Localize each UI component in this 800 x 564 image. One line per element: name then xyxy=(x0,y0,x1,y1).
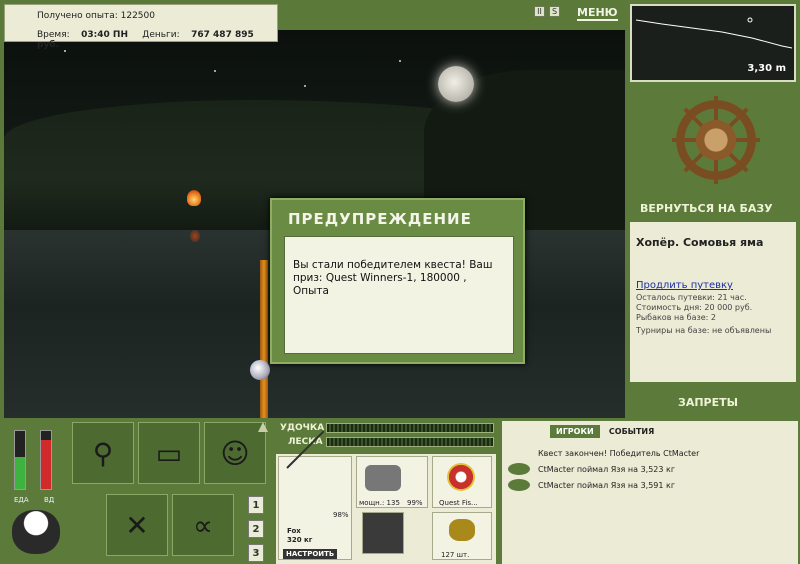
depth-map[interactable]: 3,30 m xyxy=(630,4,796,82)
health-label: ВД xyxy=(44,496,55,504)
rod-weight: 320 кг xyxy=(287,536,313,544)
time-value: 03:40 ПН xyxy=(81,30,128,40)
reel-slot[interactable]: мощн.: 135 99% xyxy=(356,456,428,508)
tournaments: Турниры на базе: не объявлены xyxy=(636,326,772,335)
bottom-panel: ЕДА ВД ⚲ ▭ ☺ ✕ ∝ 1 2 3 УДОЧКА ЛЕСКА 98% … xyxy=(0,418,800,564)
food-bar xyxy=(14,430,26,490)
exp-row: Получено опыта: 122500 xyxy=(37,11,155,21)
line-tension-bar xyxy=(326,437,494,447)
rod-slot[interactable]: 98% Fox 320 кг НАСТРОИТЬ xyxy=(278,430,352,560)
health-fill xyxy=(41,439,51,489)
pause-icon[interactable]: II xyxy=(534,6,545,17)
page-3-button[interactable]: 3 xyxy=(248,544,264,562)
menu-button[interactable]: МЕНЮ xyxy=(577,6,618,21)
time-money-row: Время: 03:40 ПН Деньги: 767 487 895 руб. xyxy=(37,30,277,50)
setup-button[interactable]: НАСТРОИТЬ xyxy=(283,549,338,559)
event-item: CtMacter поймал Язя на 3,523 кг xyxy=(538,465,676,474)
page-1-button[interactable]: 1 xyxy=(248,496,264,514)
event-item: CtMacter поймал Язя на 3,591 кг xyxy=(538,481,676,490)
warning-dialog[interactable]: ПРЕДУПРЕЖДЕНИЕ Вы стали победителем квес… xyxy=(270,198,525,364)
rod-label: УДОЧКА xyxy=(280,423,325,433)
rod-tension-bar xyxy=(326,423,494,433)
fish-icon xyxy=(508,479,530,491)
fishing-rod[interactable] xyxy=(260,260,268,418)
extend-pass-link[interactable]: Продлить путевку xyxy=(636,280,733,291)
depth-value: 3,30 m xyxy=(747,63,786,74)
tab-players[interactable]: ИГРОКИ xyxy=(550,425,600,438)
pass-left: Осталось путевки: 21 час. xyxy=(636,293,747,302)
food-label: ЕДА xyxy=(14,496,29,504)
star xyxy=(214,70,216,72)
bans-button[interactable]: ЗАПРЕТЫ xyxy=(678,396,738,409)
moon xyxy=(438,66,474,102)
campfire xyxy=(187,190,201,206)
dialog-message: Вы стали победителем квеста! Ваш приз: Q… xyxy=(284,236,514,354)
fisherman-icon[interactable]: ☺ xyxy=(204,422,266,484)
ship-wheel-icon[interactable] xyxy=(676,100,756,180)
top-icons: II S xyxy=(534,6,564,17)
sound-icon[interactable]: S xyxy=(549,6,560,17)
page-2-button[interactable]: 2 xyxy=(248,520,264,538)
bait-weight: 127 шт. xyxy=(441,551,470,559)
reel-icon[interactable] xyxy=(250,360,270,380)
reel-condition: 99% xyxy=(407,499,423,507)
tab-events[interactable]: СОБЫТИЯ xyxy=(603,425,660,438)
food-cutlery-icon[interactable]: ✕ xyxy=(106,494,168,556)
base-info: Хопёр. Сомовья яма Продлить путевку Оста… xyxy=(630,222,796,382)
events-tabs: ИГРОКИ СОБЫТИЯ xyxy=(550,425,660,438)
base-title: Хопёр. Сомовья яма xyxy=(636,236,764,249)
money-label: Деньги: xyxy=(142,30,180,40)
return-to-base-button[interactable]: ВЕРНУТЬСЯ НА БАЗУ xyxy=(640,202,773,215)
food-fill xyxy=(15,457,25,489)
tackle-slots: 98% Fox 320 кг НАСТРОИТЬ мощн.: 135 99% … xyxy=(276,430,496,564)
tackle-box-icon[interactable]: ▭ xyxy=(138,422,200,484)
dialog-title: ПРЕДУПРЕЖДЕНИЕ xyxy=(288,210,472,228)
rods-icon[interactable]: ⚲ xyxy=(72,422,134,484)
exp-value: 122500 xyxy=(120,11,155,21)
health-bar xyxy=(40,430,52,490)
cauldron-icon[interactable] xyxy=(12,510,60,554)
collapse-arrow-icon[interactable] xyxy=(258,422,268,432)
reel-image xyxy=(365,465,401,491)
rod-name: Fox xyxy=(287,527,301,535)
reel-power: мощн.: 135 xyxy=(359,499,400,507)
fish-icon[interactable]: ∝ xyxy=(172,494,234,556)
player-info-panel: Получено опыта: 122500 Время: 03:40 ПН Д… xyxy=(4,4,278,50)
line-name: Quest Fis... xyxy=(439,499,478,507)
day-cost: Стоимость дня: 20 000 руб. xyxy=(636,303,753,312)
right-panel: 3,30 m ВЕРНУТЬСЯ НА БАЗУ Хопёр. Сомовья … xyxy=(626,0,800,418)
rod-condition: 98% xyxy=(333,511,349,519)
anglers-count: Рыбаков на базе: 2 xyxy=(636,313,716,322)
hook-slot[interactable] xyxy=(362,512,404,554)
line-slot[interactable]: Quest Fis... xyxy=(432,456,492,508)
star xyxy=(399,60,401,62)
time-label: Время: xyxy=(37,30,70,40)
line-spool-image xyxy=(447,463,475,491)
grasshopper-image xyxy=(449,519,475,541)
star xyxy=(64,50,66,52)
fish-icon xyxy=(508,463,530,475)
equipment-bars: УДОЧКА ЛЕСКА xyxy=(276,421,496,453)
events-panel: ИГРОКИ СОБЫТИЯ Квест закончен! Победител… xyxy=(502,421,798,564)
bait-slot[interactable]: 127 шт. xyxy=(432,512,492,560)
star xyxy=(304,85,306,87)
event-item: Квест закончен! Победитель CtMacter xyxy=(538,449,700,458)
campfire-reflection xyxy=(190,230,200,242)
exp-label: Получено опыта: xyxy=(37,11,118,21)
